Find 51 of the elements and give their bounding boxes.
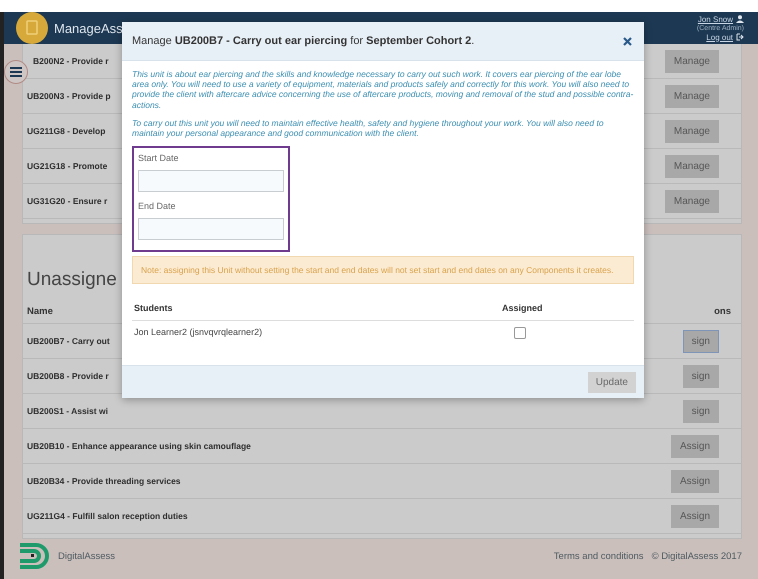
unit-name: UG31G20 - Ensure r (27, 196, 108, 206)
user-link[interactable]: Jon Snow (698, 14, 744, 24)
unit-name: UB200N3 - Provide p (27, 91, 111, 101)
user-icon (736, 15, 744, 23)
dialog-title: Manage UB200B7 - Carry out ear piercing for September Cohort 2. (132, 35, 474, 47)
assign-button[interactable]: sign (682, 400, 719, 422)
field-label: Start Date (138, 153, 180, 164)
assign-button[interactable]: sign (682, 364, 719, 388)
close-icon (623, 36, 632, 46)
close-button[interactable] (623, 36, 632, 46)
menu-button[interactable] (4, 60, 28, 84)
end-date-field[interactable] (138, 218, 284, 240)
section-heading: Unassigne (27, 269, 117, 291)
copyright: © DigitalAssess 2017 (652, 550, 742, 562)
brand-name: DigitalAssess (58, 550, 116, 562)
unit-name: UB20B34 - Provide threading services (27, 476, 181, 486)
unit-description: This unit is about ear piercing and the skills and knowledge necessary to carry out such work. It covers ear piercing of the ear lobe area only. You will need to use a variety of equipment, materials and products safely and correctly for this work. You will also need to provide the client with aftercare advice concerning the use of aftercare products, moving and removal of the stud and possible contra-actions. (132, 69, 634, 110)
assign-button[interactable]: Assign (670, 470, 719, 492)
logo-icon (16, 12, 48, 44)
unit-name: UB200S1 - Assist wi (27, 406, 108, 416)
update-button[interactable]: Update (588, 372, 636, 393)
column-header: Assigned (502, 303, 544, 314)
unit-name: UB200B8 - Provide r (27, 371, 109, 381)
logout-icon (736, 33, 744, 41)
terms-link[interactable]: Terms and conditions (554, 550, 644, 562)
field-label: End Date (138, 201, 177, 212)
unit-name: UG211G8 - Develop (27, 126, 106, 136)
column-header: ons (714, 306, 731, 316)
logout-link[interactable]: Log out (706, 32, 744, 42)
unit-name: UB200B7 - Carry out (27, 336, 110, 346)
assign-button[interactable]: Assign (670, 504, 719, 528)
menu-icon (10, 67, 22, 77)
unit-name: UG21G18 - Promote (27, 161, 108, 171)
manage-button[interactable]: Manage (664, 190, 719, 212)
app-name: ManageAss (54, 20, 123, 36)
unit-name: B200N2 - Provide r (32, 56, 109, 66)
start-date-field[interactable] (138, 170, 284, 192)
unit-description: To carry out this unit you will need to maintain effective health, safety and hygiene throughout your work. You will also need to maintain your personal appearance and good communication with the client. (132, 118, 605, 138)
student-name: Jon Learner2 (jsnvqvrqlearner2) (134, 327, 264, 338)
manage-button[interactable]: Manage (664, 154, 719, 178)
manage-button[interactable]: Manage (664, 84, 719, 108)
unit-name: UB20B10 - Enhance appearance using skin camouflage (27, 441, 251, 451)
assigned-checkbox[interactable] (514, 327, 526, 340)
warning-note: Note: assigning this Unit without setting the start and end dates will not set start and end dates on any Components it creates. (132, 256, 634, 284)
unit-name: UG211G4 - Fulfill salon reception duties (27, 511, 188, 521)
assign-button[interactable]: sign (682, 330, 719, 352)
manage-button[interactable]: Manage (664, 120, 719, 142)
assign-button[interactable]: Assign (670, 434, 719, 458)
column-header: Students (134, 303, 174, 314)
column-header: Name (27, 306, 53, 316)
manage-button[interactable]: Manage (664, 50, 719, 72)
